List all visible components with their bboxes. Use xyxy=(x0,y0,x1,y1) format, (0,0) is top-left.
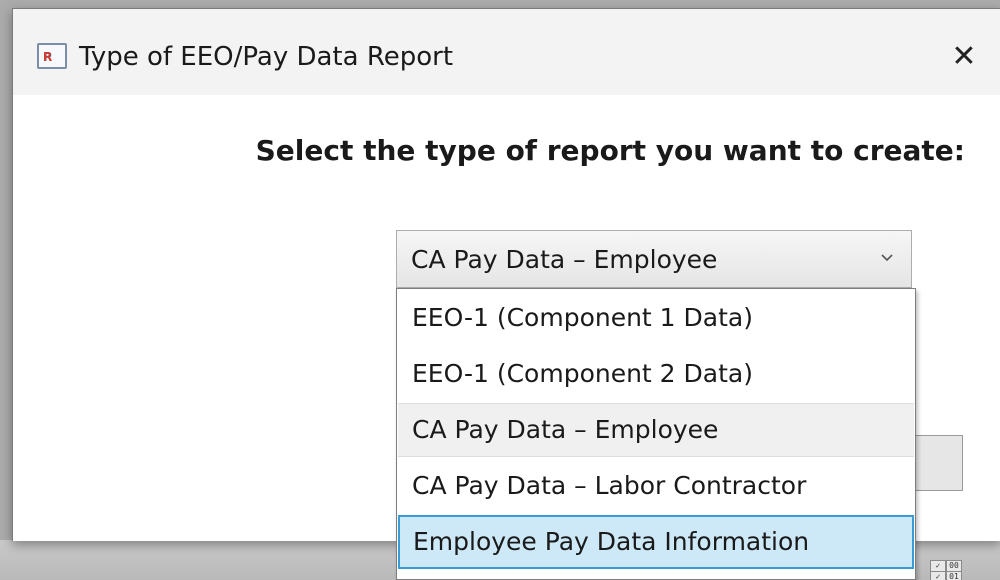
dropdown-option-eeo1-component2[interactable]: EEO-1 (Component 2 Data) xyxy=(398,347,914,401)
dropdown-option-eeo1-component1[interactable]: EEO-1 (Component 1 Data) xyxy=(398,291,914,345)
chevron-down-icon xyxy=(881,254,893,262)
dropdown-option-ca-pay-data-labor-contractor[interactable]: CA Pay Data – Labor Contractor xyxy=(398,459,914,513)
title-bar: PR Type of EEO/Pay Data Report ✕ xyxy=(13,9,1000,95)
report-type-combobox[interactable]: CA Pay Data – Employee xyxy=(396,230,912,288)
dialog-title: Type of EEO/Pay Data Report xyxy=(79,42,454,72)
pr-app-icon: PR xyxy=(37,43,67,69)
grid-checkbox-cell: ✓ xyxy=(930,571,946,580)
background-grid: ✓ 00 ✓ 01 xyxy=(930,560,1000,580)
grid-cell: 01 xyxy=(946,571,962,580)
combobox-selected-value: CA Pay Data – Employee xyxy=(411,245,718,274)
screen: ✓ 00 ✓ 01 PR Type of EEO/Pay Data Report… xyxy=(0,0,1000,580)
close-icon[interactable]: ✕ xyxy=(939,35,989,79)
app-icon-letter-r: R xyxy=(43,50,52,64)
dropdown-option-ca-pay-data-employee[interactable]: CA Pay Data – Employee xyxy=(398,403,914,457)
dropdown-option-employee-pay-data-information[interactable]: Employee Pay Data Information xyxy=(398,515,914,569)
report-type-dropdown-list: EEO-1 (Component 1 Data) EEO-1 (Componen… xyxy=(396,288,916,580)
prompt-label: Select the type of report you want to cr… xyxy=(255,134,965,167)
